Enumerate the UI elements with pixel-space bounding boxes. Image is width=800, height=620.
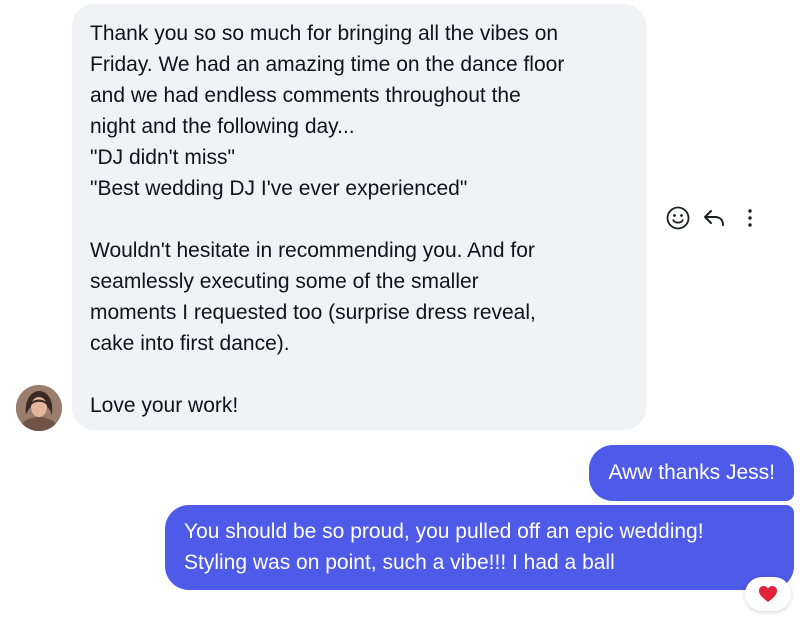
outgoing-message-bubble[interactable]: You should be so proud, you pulled off a… [165,505,794,590]
incoming-message-line: seamlessly executing some of the smaller [90,270,479,293]
incoming-message-line: moments I requested too (surprise dress … [90,301,536,324]
incoming-message-line: Thank you so so much for bringing all th… [90,22,559,45]
incoming-message-line: night and the following day... [90,115,355,138]
more-options-icon[interactable] [736,204,764,232]
incoming-message-line: "Best wedding DJ I've ever experienced" [90,177,468,200]
incoming-message-line: Wouldn't hesitate in recommending you. A… [90,239,535,262]
incoming-message-line: and we had endless comments throughout t… [90,84,521,107]
incoming-message-line: Love your work! [90,394,239,417]
incoming-message-line: ​ [90,359,628,390]
message-reaction[interactable] [745,577,791,611]
incoming-message-line: cake into first dance). [90,332,290,355]
outgoing-message-line: Styling was on point, such a vibe!!! I h… [184,551,615,574]
avatar-photo [16,385,62,431]
incoming-message-line: ​ [90,204,628,235]
outgoing-message-line: You should be so proud, you pulled off a… [184,520,704,543]
outgoing-message-line: Aww thanks Jess! [608,461,775,484]
message-actions [664,203,764,233]
incoming-message-bubble[interactable]: Thank you so so much for bringing all th… [72,4,646,430]
sender-avatar[interactable] [16,385,62,431]
incoming-message-line: "DJ didn't miss" [90,146,235,169]
outgoing-message-bubble[interactable]: Aww thanks Jess! [589,445,794,501]
reply-icon[interactable] [700,204,728,232]
incoming-message-line: Friday. We had an amazing time on the da… [90,53,565,76]
emoji-react-icon[interactable] [664,204,692,232]
heart-icon [759,586,777,602]
conversation-thread: Thank you so so much for bringing all th… [0,0,800,620]
